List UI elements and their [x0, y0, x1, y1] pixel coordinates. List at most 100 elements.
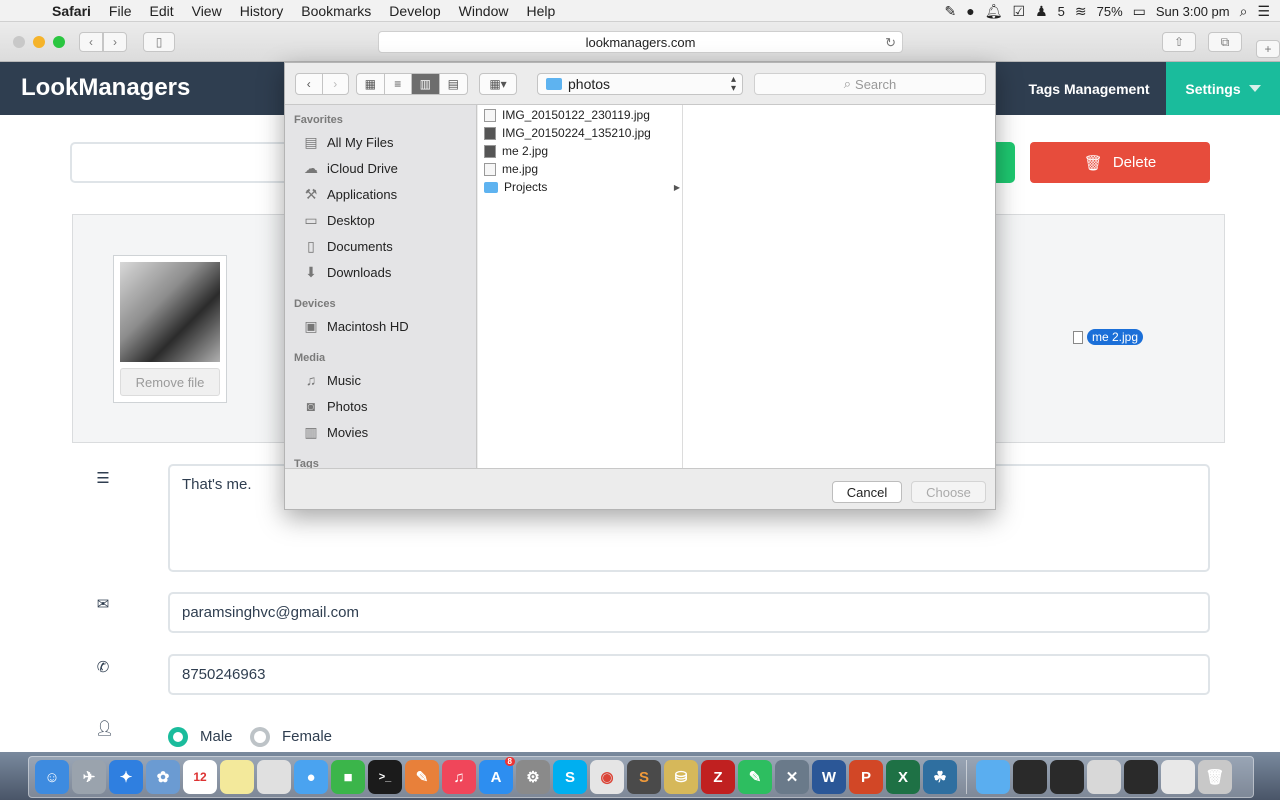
- sidebar-item-icloud-drive[interactable]: ☁ iCloud Drive: [302, 160, 398, 177]
- remove-file-button[interactable]: Remove file: [120, 368, 220, 396]
- user-status-icon[interactable]: ♟: [1035, 3, 1048, 20]
- sequel-pro-icon[interactable]: ⛁: [664, 760, 698, 794]
- menu-develop[interactable]: Develop: [380, 3, 449, 19]
- safari-icon[interactable]: ✦: [109, 760, 143, 794]
- powerpoint-icon[interactable]: P: [849, 760, 883, 794]
- folder-row[interactable]: Projects ▶: [484, 180, 682, 194]
- sidebar-item-movies[interactable]: ▥ Movies: [302, 424, 368, 441]
- icon-view-icon[interactable]: ▦: [357, 74, 385, 94]
- file-row[interactable]: me.jpg: [484, 162, 682, 176]
- launchpad-icon[interactable]: ✈: [72, 760, 106, 794]
- arrange-menu[interactable]: ▦▾: [479, 73, 517, 95]
- menu-window[interactable]: Window: [450, 3, 518, 19]
- pen-tool-icon[interactable]: ✎: [405, 760, 439, 794]
- app-store-icon[interactable]: A8: [479, 757, 515, 794]
- menu-help[interactable]: Help: [517, 3, 564, 19]
- delete-button[interactable]: 🗑︎ Delete: [1030, 142, 1210, 183]
- file-row[interactable]: IMG_20150122_230119.jpg: [484, 108, 682, 122]
- sidebar-item-desktop[interactable]: ▭ Desktop: [302, 212, 374, 229]
- file-row[interactable]: IMG_20150224_135210.jpg: [484, 126, 682, 140]
- clock[interactable]: Sun 3:00 pm: [1156, 4, 1230, 19]
- preview-icon[interactable]: [257, 760, 291, 794]
- sidebar-item-macintosh-hd[interactable]: ▣ Macintosh HD: [302, 318, 408, 335]
- sublime-text-icon[interactable]: S: [627, 760, 661, 794]
- minimized-window-icon[interactable]: [1013, 760, 1047, 794]
- word-icon[interactable]: W: [812, 760, 846, 794]
- sourcetree-icon[interactable]: ☘: [923, 760, 957, 794]
- phone-field[interactable]: 8750246963: [168, 654, 1210, 695]
- skype-icon[interactable]: S: [553, 760, 587, 794]
- checkbox-status-icon[interactable]: ☑: [1013, 3, 1026, 20]
- sidebar-item-photos[interactable]: ◙ Photos: [302, 398, 368, 414]
- save-button[interactable]: [995, 142, 1015, 183]
- wifi-icon[interactable]: ≋: [1075, 3, 1087, 20]
- share-icon[interactable]: ⇧: [1162, 32, 1196, 52]
- dragged-file[interactable]: me 2.jpg: [1073, 329, 1144, 345]
- minimized-window-icon[interactable]: [1050, 760, 1084, 794]
- search-input[interactable]: ⌕ Search: [754, 73, 986, 95]
- window-close-button[interactable]: [13, 36, 25, 48]
- notes-icon[interactable]: [220, 760, 254, 794]
- menu-edit[interactable]: Edit: [140, 3, 182, 19]
- back-icon[interactable]: ‹: [296, 74, 323, 94]
- messages-icon[interactable]: ●: [294, 760, 328, 794]
- new-tab-icon[interactable]: +: [1256, 40, 1280, 58]
- tabs-overview-icon[interactable]: ⧉: [1208, 32, 1242, 52]
- gender-female-radio[interactable]: [250, 727, 270, 747]
- itunes-icon[interactable]: ♫: [442, 760, 476, 794]
- sidebar-item-downloads[interactable]: ⬇ Downloads: [302, 264, 391, 281]
- sidebar-item-documents[interactable]: ▯ Documents: [302, 238, 393, 255]
- location-popup[interactable]: photos ▴ ▾: [537, 73, 743, 95]
- menu-file[interactable]: File: [100, 3, 141, 19]
- nav-tags-management[interactable]: Tags Management: [1014, 62, 1164, 115]
- sidebar-item-all-my-files[interactable]: ▤ All My Files: [302, 134, 393, 151]
- chat-bubble-icon[interactable]: ●: [966, 3, 974, 19]
- address-bar[interactable]: lookmanagers.com ↻: [378, 31, 903, 53]
- sidebar-item-music[interactable]: ♫ Music: [302, 372, 361, 388]
- calendar-icon[interactable]: 12: [183, 760, 217, 794]
- cover-flow-icon[interactable]: ▤: [440, 74, 467, 94]
- notification-center-icon[interactable]: ☰: [1257, 3, 1270, 20]
- finder-icon[interactable]: ☺: [35, 760, 69, 794]
- trash-icon[interactable]: 🗑︎: [1198, 760, 1232, 794]
- chrome-icon[interactable]: ◉: [590, 760, 624, 794]
- excel-icon[interactable]: X: [886, 760, 920, 794]
- window-minimize-button[interactable]: [33, 36, 45, 48]
- evernote-status-icon[interactable]: ✎: [945, 3, 957, 20]
- filezilla-icon[interactable]: Z: [701, 760, 735, 794]
- battery-icon[interactable]: ▭: [1133, 3, 1146, 20]
- minimized-window-icon[interactable]: [1124, 760, 1158, 794]
- gender-female-label[interactable]: Female: [282, 728, 332, 745]
- window-maximize-button[interactable]: [53, 36, 65, 48]
- forward-icon[interactable]: ›: [103, 32, 127, 52]
- terminal-icon[interactable]: >_: [368, 760, 402, 794]
- back-icon[interactable]: ‹: [79, 32, 103, 52]
- gender-male-label[interactable]: Male: [200, 728, 233, 745]
- minimized-window-icon[interactable]: [1087, 760, 1121, 794]
- spotlight-search-icon[interactable]: ⌕: [1240, 3, 1248, 20]
- choose-button[interactable]: Choose: [911, 481, 986, 503]
- sidebar-item-applications[interactable]: ⚒ Applications: [302, 186, 397, 203]
- nav-settings[interactable]: Settings: [1166, 62, 1280, 115]
- reload-icon[interactable]: ↻: [885, 35, 896, 51]
- email-field[interactable]: paramsinghvc@gmail.com: [168, 592, 1210, 633]
- cancel-button[interactable]: Cancel: [832, 481, 902, 503]
- menu-history[interactable]: History: [231, 3, 293, 19]
- column-view-icon[interactable]: ▥: [412, 74, 440, 94]
- list-view-icon[interactable]: ≡: [385, 74, 412, 94]
- file-row[interactable]: me 2.jpg: [484, 144, 682, 158]
- minimized-window-icon[interactable]: [1161, 760, 1195, 794]
- forward-icon[interactable]: ›: [323, 74, 349, 94]
- system-preferences-icon[interactable]: ⚙: [516, 760, 550, 794]
- crossover-icon[interactable]: ✕: [775, 760, 809, 794]
- notification-bell-icon[interactable]: 🔔︎: [985, 3, 1003, 20]
- applications-folder-icon[interactable]: [976, 760, 1010, 794]
- site-logo[interactable]: LookManagers: [21, 74, 190, 102]
- menu-view[interactable]: View: [183, 3, 231, 19]
- sidebar-toggle-icon[interactable]: ▯: [143, 32, 175, 52]
- evernote-icon[interactable]: ✎: [738, 760, 772, 794]
- menu-app-safari[interactable]: Safari: [40, 3, 100, 19]
- menu-bookmarks[interactable]: Bookmarks: [292, 3, 380, 19]
- photo-app-icon[interactable]: ✿: [146, 760, 180, 794]
- gender-male-radio[interactable]: [168, 727, 188, 747]
